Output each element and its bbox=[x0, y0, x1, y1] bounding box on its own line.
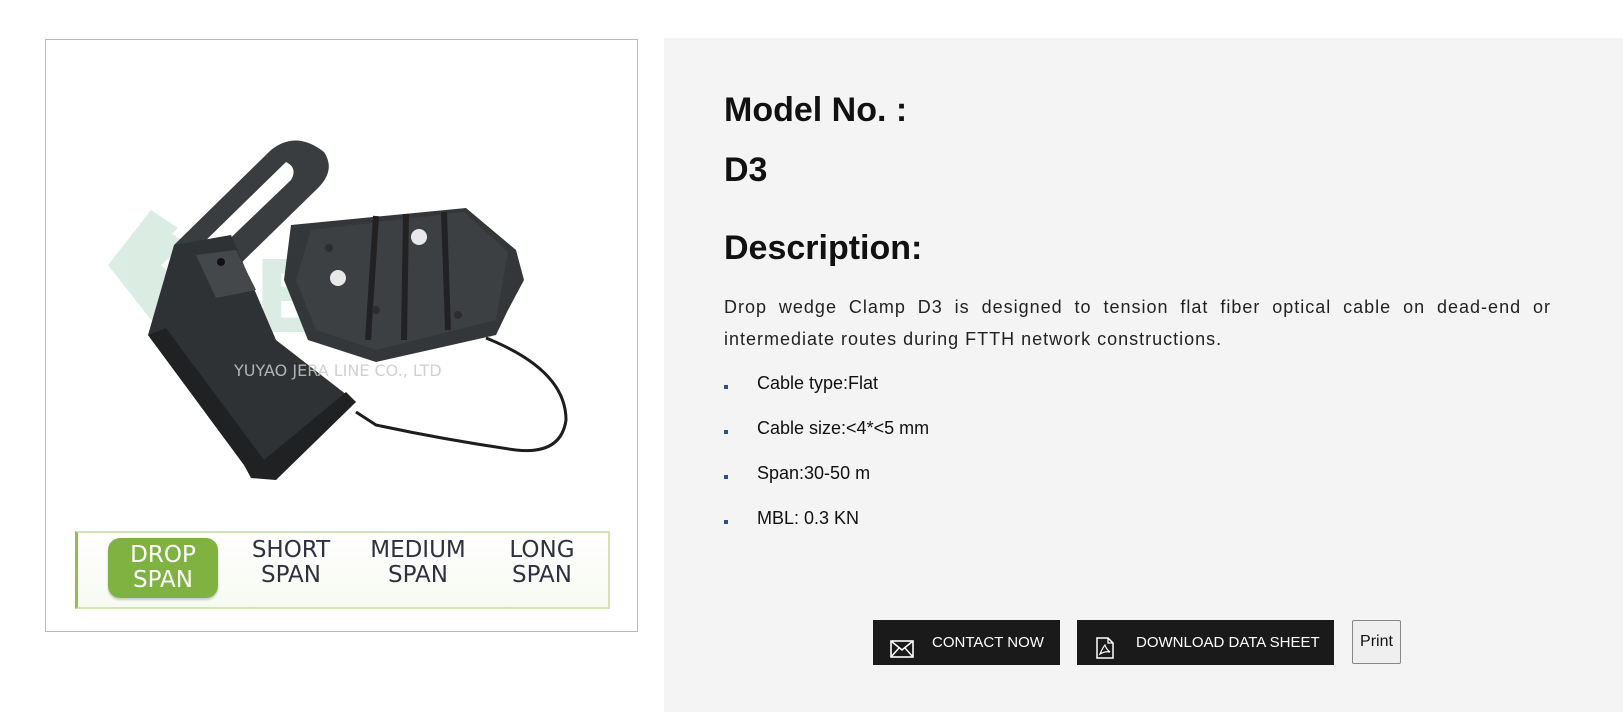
spec-item: Cable type:Flat bbox=[724, 368, 929, 413]
span-option-line1: SHORT bbox=[251, 537, 331, 563]
span-option-short: SHORT SPAN bbox=[236, 538, 346, 598]
bullet-icon bbox=[724, 430, 728, 434]
download-data-sheet-button[interactable]: DOWNLOAD DATA SHEET bbox=[1077, 620, 1334, 665]
model-value: D3 bbox=[724, 151, 768, 189]
spec-item-text: Span:30-50 m bbox=[757, 463, 871, 483]
pdf-document-icon bbox=[1094, 632, 1116, 677]
spec-item: Cable size:<4*<5 mm bbox=[724, 413, 929, 458]
contact-now-button[interactable]: CONTACT NOW bbox=[873, 620, 1060, 665]
span-option-drop: DROP SPAN bbox=[108, 538, 218, 598]
model-label: Model No. : bbox=[724, 91, 908, 129]
download-data-sheet-label: DOWNLOAD DATA SHEET bbox=[1136, 634, 1320, 651]
span-option-long: LONG SPAN bbox=[487, 538, 597, 598]
envelope-icon bbox=[890, 632, 914, 677]
span-option-line2: SPAN bbox=[133, 567, 193, 593]
span-option-medium: MEDIUM SPAN bbox=[363, 538, 473, 598]
spec-item: Span:30-50 m bbox=[724, 458, 929, 503]
bullet-icon bbox=[724, 475, 728, 479]
spec-item-text: MBL: 0.3 KN bbox=[757, 508, 860, 528]
spec-item-text: Cable size:<4*<5 mm bbox=[757, 418, 930, 438]
description-heading: Description: bbox=[724, 229, 923, 267]
span-option-line1: DROP bbox=[130, 542, 196, 568]
span-option-line1: LONG bbox=[509, 537, 575, 563]
spec-item-text: Cable type:Flat bbox=[757, 373, 879, 393]
spec-item: MBL: 0.3 KN bbox=[724, 503, 929, 548]
description-text: Drop wedge Clamp D3 is designed to tensi… bbox=[724, 297, 1551, 349]
product-details-panel: Model No. : D3 Description: Drop wedge C… bbox=[664, 38, 1623, 712]
span-option-line2: SPAN bbox=[512, 562, 572, 588]
clamp-illustration bbox=[148, 140, 568, 480]
span-option-line2: SPAN bbox=[261, 562, 321, 588]
span-option-line1: MEDIUM bbox=[370, 537, 466, 563]
product-image-panel[interactable]: JERA YUYAO JERA LINE CO., LTD bbox=[45, 39, 638, 632]
watermark-company-text: YUYAO JERA LINE CO., LTD bbox=[233, 361, 442, 380]
span-type-strip: DROP SPAN SHORT SPAN MEDIUM SPAN LONG SP… bbox=[75, 531, 610, 609]
contact-now-label: CONTACT NOW bbox=[932, 634, 1044, 651]
bullet-icon bbox=[724, 520, 728, 524]
spec-list: Cable type:Flat Cable size:<4*<5 mm Span… bbox=[724, 368, 929, 548]
print-button[interactable]: Print bbox=[1352, 620, 1401, 664]
bullet-icon bbox=[724, 385, 728, 389]
span-option-line2: SPAN bbox=[388, 562, 448, 588]
